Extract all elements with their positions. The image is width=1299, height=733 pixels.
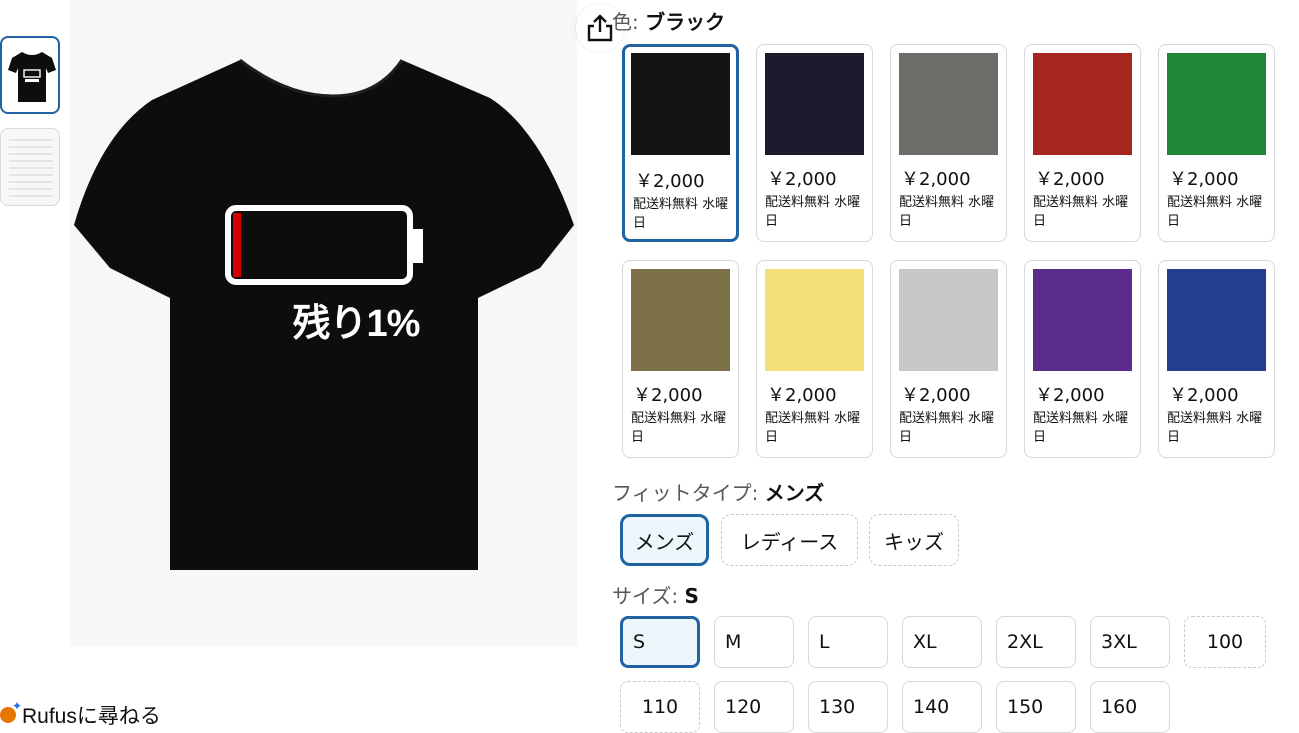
swatch-shipping: 配送料無料 水曜日 (633, 197, 729, 231)
swatch-price: ￥2,000 (1035, 169, 1105, 190)
swatch-shipping: 配送料無料 水曜日 (1033, 195, 1129, 229)
thumbnail-shirt-front[interactable] (0, 36, 60, 114)
shirt-print-text: 残り1% (292, 303, 421, 345)
share-icon (587, 14, 613, 42)
color-swatch[interactable]: ￥2,000 配送料無料 水曜日 (1158, 260, 1275, 458)
color-swatch[interactable]: ￥2,000 配送料無料 水曜日 (890, 260, 1007, 458)
selected-color-value: ブラック (645, 10, 726, 34)
swatch-price: ￥2,000 (767, 385, 837, 406)
fit-type-label: フィットタイプ: メンズ (612, 481, 825, 505)
size-option[interactable]: 130 (808, 681, 888, 733)
fit-option-mens[interactable]: メンズ (620, 514, 709, 566)
color-swatch-fill (1167, 269, 1266, 371)
main-product-image[interactable]: 残り1% (70, 0, 624, 646)
swatch-price: ￥2,000 (901, 169, 971, 190)
color-swatch[interactable]: ￥2,000 配送料無料 水曜日 (756, 260, 873, 458)
size-option[interactable]: S (620, 616, 700, 668)
size-option[interactable]: 150 (996, 681, 1076, 733)
swatch-price: ￥2,000 (1169, 169, 1239, 190)
size-option[interactable]: 3XL (1090, 616, 1170, 668)
rufus-ask-button[interactable]: ✦ Rufusに尋ねる (0, 699, 161, 730)
selected-fit-value: メンズ (764, 481, 825, 505)
swatch-shipping: 配送料無料 水曜日 (899, 195, 995, 229)
fit-option-womens[interactable]: レディース (721, 514, 858, 566)
size-chart-preview (9, 139, 53, 197)
swatch-shipping: 配送料無料 水曜日 (765, 195, 861, 229)
color-swatch[interactable]: ￥2,000 配送料無料 水曜日 (622, 260, 739, 458)
color-swatch-fill (1033, 269, 1132, 371)
color-swatch[interactable]: ￥2,000 配送料無料 水曜日 (1024, 260, 1141, 458)
tshirt-thumbnail-icon (8, 52, 56, 102)
color-swatch-fill (631, 269, 730, 371)
swatch-price: ￥2,000 (1035, 385, 1105, 406)
size-option[interactable]: 120 (714, 681, 794, 733)
color-swatch-fill (899, 53, 998, 155)
color-swatch[interactable]: ￥2,000 配送料無料 水曜日 (1024, 44, 1141, 242)
size-option[interactable]: L (808, 616, 888, 668)
color-swatch-fill (765, 53, 864, 155)
size-option[interactable]: 160 (1090, 681, 1170, 733)
size-option[interactable]: 110 (620, 681, 700, 733)
color-swatch-fill (765, 269, 864, 371)
swatch-shipping: 配送料無料 水曜日 (631, 411, 727, 445)
color-swatch-fill (899, 269, 998, 371)
swatch-shipping: 配送料無料 水曜日 (765, 411, 861, 445)
color-swatch[interactable]: ￥2,000 配送料無料 水曜日 (756, 44, 873, 242)
swatch-price: ￥2,000 (633, 385, 703, 406)
size-option[interactable]: XL (902, 616, 982, 668)
color-swatch-fill (631, 53, 730, 155)
size-option[interactable]: M (714, 616, 794, 668)
color-swatch[interactable]: ￥2,000 配送料無料 水曜日 (622, 44, 739, 242)
swatch-price: ￥2,000 (767, 169, 837, 190)
swatch-shipping: 配送料無料 水曜日 (1167, 195, 1263, 229)
size-option[interactable]: 2XL (996, 616, 1076, 668)
swatch-shipping: 配送料無料 水曜日 (899, 411, 995, 445)
color-label: 色: ブラック (612, 10, 726, 34)
rufus-sparkle-icon: ✦ (0, 699, 22, 723)
swatch-shipping: 配送料無料 水曜日 (1167, 411, 1263, 445)
color-swatch[interactable]: ￥2,000 配送料無料 水曜日 (1158, 44, 1275, 242)
swatch-price: ￥2,000 (635, 171, 705, 192)
thumbnail-size-chart[interactable] (0, 128, 60, 206)
swatch-price: ￥2,000 (1169, 385, 1239, 406)
swatch-shipping: 配送料無料 水曜日 (1033, 411, 1129, 445)
rufus-label: Rufusに尋ねる (22, 705, 161, 728)
selected-size-value: S (684, 584, 699, 608)
size-label: サイズ: S (612, 584, 699, 608)
thumbnail-strip (0, 36, 66, 220)
size-option[interactable]: 100 (1184, 616, 1266, 668)
swatch-price: ￥2,000 (901, 385, 971, 406)
color-swatch[interactable]: ￥2,000 配送料無料 水曜日 (890, 44, 1007, 242)
color-swatch-fill (1033, 53, 1132, 155)
color-swatch-fill (1167, 53, 1266, 155)
fit-option-kids[interactable]: キッズ (869, 514, 959, 566)
size-option[interactable]: 140 (902, 681, 982, 733)
